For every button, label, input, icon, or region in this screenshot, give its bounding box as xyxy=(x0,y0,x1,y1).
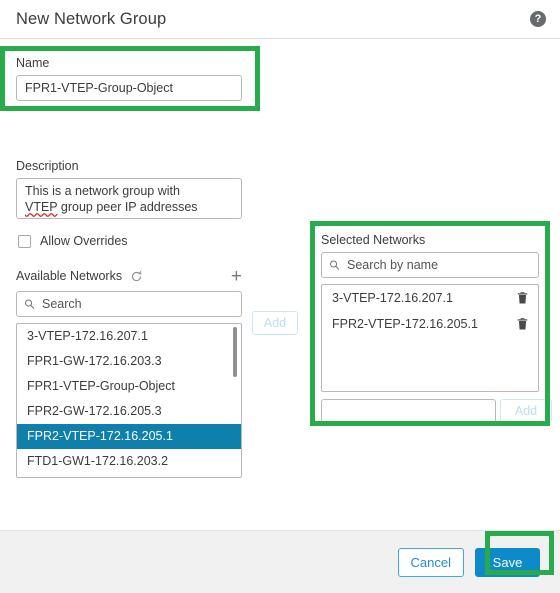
list-item[interactable]: FPR2-GW-172.16.205.3 xyxy=(17,399,241,424)
description-field-group: Description This is a network group with… xyxy=(16,159,242,219)
list-item[interactable]: 3-VTEP-172.16.207.1 xyxy=(17,324,241,349)
name-input[interactable] xyxy=(16,75,242,101)
help-circle-icon[interactable]: ? xyxy=(530,11,546,27)
available-networks-listbox[interactable]: 3-VTEP-172.16.207.1 FPR1-GW-172.16.203.3… xyxy=(16,323,242,478)
selected-networks-panel: Selected Networks 3-VTEP-172.16.207.1 xyxy=(321,233,552,423)
name-label: Name xyxy=(16,56,50,70)
manual-add-row: Add xyxy=(321,399,552,423)
list-item-selected[interactable]: FPR2-VTEP-172.16.205.1 xyxy=(17,424,241,449)
list-item[interactable]: 3-VTEP-172.16.207.1 xyxy=(322,285,538,311)
new-network-group-dialog: New Network Group ? Name Description Thi… xyxy=(0,0,560,593)
add-to-selected-button[interactable]: Add xyxy=(252,311,298,335)
list-item[interactable]: FPR1-GW-172.16.203.3 xyxy=(17,349,241,374)
list-item[interactable]: FPR1-VTEP-Group-Object xyxy=(17,374,241,399)
available-networks-title: Available Networks xyxy=(16,269,123,283)
dialog-header: New Network Group ? xyxy=(0,0,560,39)
allow-overrides-label[interactable]: Allow Overrides xyxy=(40,234,128,248)
selected-search-box xyxy=(321,252,539,278)
available-search-box xyxy=(16,291,242,317)
refresh-icon[interactable] xyxy=(130,270,143,283)
dialog-body: Name Description This is a network group… xyxy=(0,39,560,530)
selected-networks-listbox[interactable]: 3-VTEP-172.16.207.1 FPR2-VTEP-172.16.205… xyxy=(321,284,539,392)
cancel-button[interactable]: Cancel xyxy=(397,547,464,577)
selected-search-input[interactable] xyxy=(321,252,539,278)
name-field-group: Name xyxy=(16,56,242,101)
list-item[interactable]: FTD1-GW1-172.16.203.2 xyxy=(17,449,241,474)
selected-networks-title: Selected Networks xyxy=(321,233,426,247)
trash-icon[interactable] xyxy=(516,291,529,305)
description-line-1: This is a network group with xyxy=(25,184,180,198)
description-textarea[interactable]: This is a network group with VTEP group p… xyxy=(16,178,242,219)
allow-overrides-checkbox[interactable] xyxy=(18,234,31,248)
description-label: Description xyxy=(16,159,79,173)
trash-icon[interactable] xyxy=(516,317,529,331)
selected-item-label: 3-VTEP-172.16.207.1 xyxy=(332,291,453,305)
available-networks-scroll[interactable]: 3-VTEP-172.16.207.1 FPR1-GW-172.16.203.3… xyxy=(17,324,241,477)
description-line-2: group peer IP addresses xyxy=(57,200,198,214)
available-networks-panel: Available Networks + Search 3-VTEP-172.1… xyxy=(16,267,242,478)
page-title: New Network Group xyxy=(16,9,167,28)
save-button[interactable]: Save xyxy=(475,547,540,577)
manual-add-button[interactable]: Add xyxy=(500,399,552,423)
selected-item-label: FPR2-VTEP-172.16.205.1 xyxy=(332,317,478,331)
available-networks-header: Available Networks + xyxy=(16,267,242,286)
available-search-input[interactable] xyxy=(16,291,242,317)
manual-add-input[interactable] xyxy=(321,399,496,423)
plus-icon[interactable]: + xyxy=(231,267,242,286)
dialog-footer: Cancel Save xyxy=(0,530,560,593)
description-misspelled-word: VTEP xyxy=(25,200,58,214)
allow-overrides-row[interactable]: Allow Overrides xyxy=(18,234,128,248)
list-item[interactable]: FPR2-VTEP-172.16.205.1 xyxy=(322,311,538,337)
